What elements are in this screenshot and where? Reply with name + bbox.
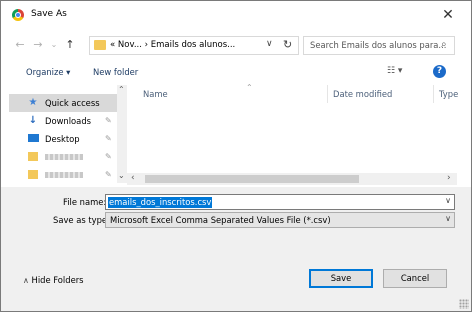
pin-icon[interactable]: ✎ xyxy=(105,170,112,179)
column-header-type[interactable]: Type xyxy=(439,89,458,99)
save-as-type-select[interactable]: Microsoft Excel Comma Separated Values F… xyxy=(105,212,455,228)
chevron-down-icon[interactable]: ∨ xyxy=(445,196,451,205)
save-as-type-label: Save as type: xyxy=(53,215,110,225)
folder-icon xyxy=(94,40,106,50)
address-bar[interactable]: « Nov... › Emails dos alunos... ∨ ↻ xyxy=(89,36,299,55)
forward-arrow-icon[interactable]: → xyxy=(31,37,45,53)
file-name-input[interactable]: emails_dos_inscritos.csv ∨ xyxy=(105,194,455,210)
sidebar-scrollbar[interactable]: ⌃ ⌄ xyxy=(117,85,127,183)
new-folder-button[interactable]: New folder xyxy=(93,67,138,77)
breadcrumb[interactable]: « Nov... › Emails dos alunos... xyxy=(110,40,235,50)
scroll-up-icon[interactable]: ⌃ xyxy=(118,85,125,94)
close-icon[interactable]: ✕ xyxy=(439,6,457,24)
scroll-right-icon[interactable]: › xyxy=(447,173,451,183)
redacted-label xyxy=(45,154,83,160)
horizontal-scrollbar[interactable]: ‹ › xyxy=(127,173,457,185)
hide-folders-label: Hide Folders xyxy=(31,275,84,285)
back-arrow-icon[interactable]: ← xyxy=(13,37,27,53)
file-name-value[interactable]: emails_dos_inscritos.csv xyxy=(108,197,213,208)
sidebar-item-desktop[interactable]: Desktop ✎ xyxy=(9,130,117,148)
sidebar-item-downloads[interactable]: ↓ Downloads ✎ xyxy=(9,112,117,130)
help-icon[interactable]: ? xyxy=(433,65,446,78)
chrome-app-icon xyxy=(12,9,24,21)
view-options-icon[interactable]: ☷ ▾ xyxy=(387,66,402,76)
search-icon[interactable]: ⌕ xyxy=(441,39,447,50)
file-name-label: File name: xyxy=(63,197,107,207)
save-as-type-value: Microsoft Excel Comma Separated Values F… xyxy=(110,215,331,225)
pin-icon[interactable]: ✎ xyxy=(105,134,112,143)
command-bar: Organize ▾ New folder ☷ ▾ ? xyxy=(1,61,471,83)
folder-icon xyxy=(27,169,39,180)
column-header-date-modified[interactable]: Date modified xyxy=(333,89,392,99)
file-list: Name ⌃ Date modified Type xyxy=(127,83,458,185)
sidebar-item-label: Desktop xyxy=(45,134,80,144)
redacted-label xyxy=(45,172,83,178)
sort-ascending-icon: ⌃ xyxy=(246,83,253,92)
organize-button[interactable]: Organize ▾ xyxy=(26,67,70,77)
sidebar-item-label: Quick access xyxy=(45,98,100,108)
column-label: Name xyxy=(143,89,168,99)
desktop-icon xyxy=(27,133,39,144)
search-placeholder: Search Emails dos alunos para... xyxy=(310,40,447,50)
folder-icon xyxy=(27,151,39,162)
dialog-title: Save As xyxy=(31,9,67,19)
download-icon: ↓ xyxy=(28,115,38,126)
title-bar: Save As ✕ xyxy=(1,1,471,29)
sidebar-item-label: Downloads xyxy=(45,116,91,126)
star-icon: ★ xyxy=(28,97,38,108)
column-divider[interactable] xyxy=(327,85,328,103)
recent-locations-chevron-icon[interactable]: ⌄ xyxy=(47,37,61,53)
chevron-up-icon: ∧ xyxy=(23,276,29,285)
pin-icon[interactable]: ✎ xyxy=(105,152,112,161)
chevron-down-icon[interactable]: ∨ xyxy=(445,214,451,223)
save-button[interactable]: Save xyxy=(309,269,373,288)
hide-folders-button[interactable]: ∧ Hide Folders xyxy=(23,275,84,285)
address-dropdown-icon[interactable]: ∨ xyxy=(266,39,273,49)
sidebar-item-folder[interactable]: ✎ xyxy=(9,166,117,184)
search-input[interactable]: Search Emails dos alunos para... ⌕ xyxy=(303,36,455,55)
column-header-name[interactable]: Name ⌃ xyxy=(143,83,253,99)
pin-icon[interactable]: ✎ xyxy=(105,116,112,125)
cancel-button[interactable]: Cancel xyxy=(383,269,447,288)
scrollbar-thumb[interactable] xyxy=(145,175,359,183)
scroll-down-icon[interactable]: ⌄ xyxy=(118,171,125,180)
resize-grip-icon[interactable] xyxy=(459,299,469,309)
column-divider[interactable] xyxy=(433,85,434,103)
up-arrow-icon[interactable]: ↑ xyxy=(63,37,77,53)
save-as-dialog: Save As ✕ ← → ⌄ ↑ « Nov... › Emails dos … xyxy=(0,0,472,312)
scroll-left-icon[interactable]: ‹ xyxy=(131,173,135,183)
sidebar-item-folder[interactable]: ✎ xyxy=(9,148,117,166)
refresh-icon[interactable]: ↻ xyxy=(283,38,292,51)
sidebar-item-quick-access[interactable]: ★ Quick access xyxy=(9,94,117,112)
navigation-pane: ★ Quick access ↓ Downloads ✎ Desktop ✎ ✎… xyxy=(9,85,117,185)
